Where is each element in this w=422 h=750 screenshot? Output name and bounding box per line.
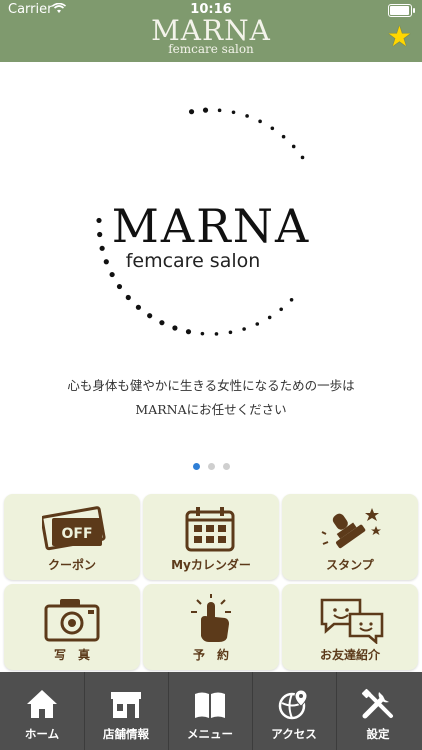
ring-dot bbox=[125, 294, 131, 301]
map-pin-icon bbox=[278, 689, 308, 720]
tab-settings[interactable]: 設定 bbox=[336, 672, 420, 750]
ring-dot bbox=[159, 320, 165, 326]
menu-calendar-label: Myカレンダー bbox=[171, 558, 251, 572]
header-subtitle: femcare salon bbox=[168, 42, 254, 56]
menu-reservation-label: 予 約 bbox=[192, 648, 229, 662]
tab-shop-info[interactable]: 店舗情報 bbox=[84, 672, 169, 750]
hero-subtitle: femcare salon bbox=[126, 250, 261, 272]
ring-dot bbox=[279, 307, 283, 312]
menu-coupon[interactable]: OFF クーポン bbox=[4, 494, 140, 580]
ring-dot bbox=[202, 107, 209, 113]
tab-menu[interactable]: メニュー bbox=[168, 672, 253, 750]
ring-dot bbox=[217, 108, 222, 113]
menu-stamp[interactable]: スタンプ bbox=[282, 494, 418, 580]
tab-home[interactable]: ホーム bbox=[0, 672, 85, 750]
ring-dot bbox=[231, 110, 236, 115]
coupon-off-icon: OFF bbox=[42, 506, 106, 551]
hero-tagline-line1: 心も身体も健やかに生きる女性になるための一歩は bbox=[67, 378, 355, 393]
tab-access-label: アクセス bbox=[271, 727, 317, 741]
hero-logo: MARNA bbox=[112, 199, 310, 253]
ring-dot bbox=[185, 329, 192, 335]
ring-dot bbox=[289, 298, 294, 302]
ring-dot bbox=[214, 332, 219, 336]
carousel-dot-2[interactable] bbox=[207, 463, 215, 470]
ring-dot bbox=[255, 322, 260, 326]
ring-dot bbox=[267, 315, 272, 320]
tap-finger-icon bbox=[191, 594, 231, 642]
favorite-star-icon[interactable]: ★ bbox=[387, 20, 412, 53]
ring-dot bbox=[291, 144, 296, 149]
menu-referral[interactable]: お友達紹介 bbox=[282, 584, 418, 670]
ring-dot bbox=[188, 109, 195, 115]
ring-dot bbox=[258, 119, 262, 124]
home-icon bbox=[27, 690, 57, 718]
ring-dot bbox=[242, 327, 246, 331]
book-icon bbox=[195, 692, 225, 718]
ring-dot bbox=[172, 325, 178, 331]
carousel-dot-1[interactable] bbox=[192, 463, 200, 470]
ring-dot bbox=[96, 217, 102, 224]
menu-photo[interactable]: 写 真 bbox=[4, 584, 140, 670]
menu-stamp-label: スタンプ bbox=[326, 558, 374, 572]
dotted-circle-logo: MARNA femcare salon bbox=[96, 107, 310, 336]
tab-menu-label: メニュー bbox=[187, 727, 233, 741]
hero-tagline-line2: MARNAにお任せください bbox=[135, 402, 287, 417]
chat-bubbles-icon bbox=[320, 598, 384, 644]
tools-icon bbox=[361, 688, 393, 719]
hero-banner[interactable]: MARNA femcare salon 心も身体も健やかに生きる女性になるための… bbox=[0, 62, 422, 492]
carousel-dot-3[interactable] bbox=[222, 463, 230, 470]
carousel-dots bbox=[0, 455, 422, 474]
svg-text:OFF: OFF bbox=[61, 526, 92, 542]
menu-calendar[interactable]: Myカレンダー bbox=[143, 494, 279, 580]
tab-access[interactable]: アクセス bbox=[252, 672, 337, 750]
menu-photo-label: 写 真 bbox=[53, 648, 90, 662]
menu-referral-label: お友達紹介 bbox=[319, 648, 380, 662]
bottom-tab-bar: ホーム 店舗情報 メニュー アクセス 設定 bbox=[0, 672, 422, 750]
tab-home-label: ホーム bbox=[24, 727, 60, 741]
tab-settings-label: 設定 bbox=[366, 727, 390, 741]
ring-dot bbox=[281, 134, 286, 139]
ring-dot bbox=[147, 313, 153, 319]
tab-shop-info-label: 店舗情報 bbox=[103, 727, 149, 741]
menu-grid: OFF クーポン Myカレンダー スタンプ 写 真 予 約 お友達紹介 bbox=[0, 492, 422, 672]
ring-dot bbox=[135, 304, 142, 310]
ring-dot bbox=[97, 231, 103, 238]
stamp-icon bbox=[321, 508, 381, 549]
ring-dot bbox=[109, 271, 115, 278]
camera-icon bbox=[44, 599, 100, 642]
menu-coupon-label: クーポン bbox=[47, 558, 96, 572]
app-header: MARNA femcare salon ★ bbox=[0, 14, 422, 62]
ring-dot bbox=[245, 114, 249, 118]
calendar-icon bbox=[185, 507, 235, 552]
shop-icon bbox=[111, 692, 141, 718]
ring-dot bbox=[116, 283, 123, 290]
ring-dot bbox=[228, 330, 233, 335]
ring-dot bbox=[99, 245, 105, 251]
ring-dot bbox=[270, 126, 275, 131]
menu-reservation[interactable]: 予 約 bbox=[143, 584, 279, 670]
ring-dot bbox=[103, 259, 109, 265]
battery-cap bbox=[413, 8, 415, 13]
ring-dot bbox=[300, 155, 305, 160]
ring-dot bbox=[200, 331, 205, 336]
